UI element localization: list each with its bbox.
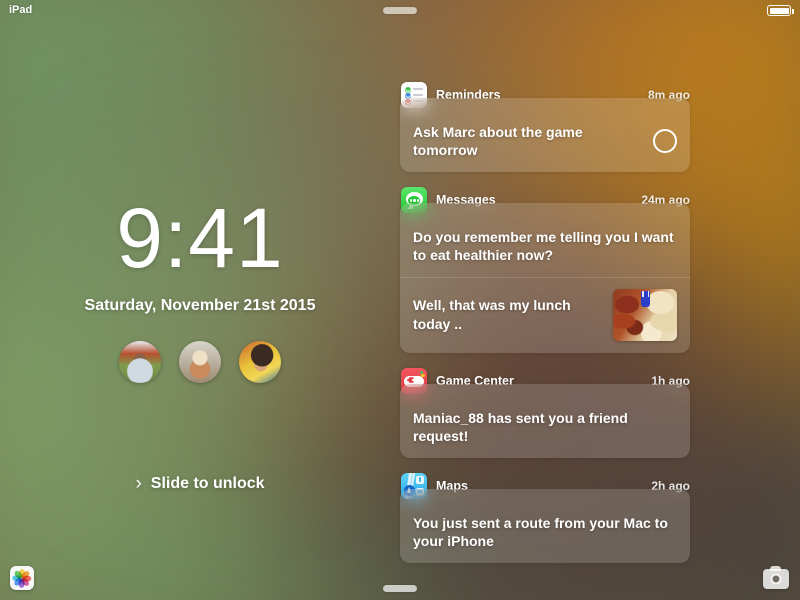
photos-app-icon[interactable] bbox=[10, 566, 34, 590]
notification-text: Ask Marc about the game tomorrow bbox=[413, 124, 583, 159]
reminder-complete-circle-icon[interactable] bbox=[653, 129, 677, 154]
avatar[interactable] bbox=[239, 341, 281, 383]
slide-to-unlock[interactable]: › Slide to unlock bbox=[0, 473, 400, 495]
notification-row[interactable]: You just sent a route from your Mac to y… bbox=[400, 503, 690, 563]
clock-time: 9:41 bbox=[116, 191, 284, 285]
slide-to-unlock-label: Slide to unlock bbox=[150, 475, 265, 492]
clock-date: Saturday, November 21st 2015 bbox=[84, 297, 316, 314]
notification-group-game-center[interactable]: Game Center 1h ago Maniac_88 has sent yo… bbox=[400, 367, 690, 458]
grabber-handle-icon-top[interactable] bbox=[383, 7, 417, 14]
notification-group-maps[interactable]: Maps 2h ago You just sent a route from y… bbox=[400, 472, 690, 563]
lock-screen-left-pane: 9:41 Saturday, November 21st 2015 › Slid… bbox=[0, 0, 400, 600]
chevron-right-icon: › bbox=[135, 473, 142, 494]
notification-group-reminders[interactable]: Reminders 8m ago Ask Marc about the game… bbox=[400, 82, 690, 172]
notification-text: Do you remember me telling you I want to… bbox=[413, 228, 674, 264]
notification-body[interactable]: You just sent a route from your Mac to y… bbox=[400, 488, 690, 563]
notification-row[interactable]: Do you remember me telling you I want to… bbox=[400, 217, 690, 277]
notification-body[interactable]: Maniac_88 has sent you a friend request! bbox=[400, 383, 690, 458]
avatar[interactable] bbox=[179, 341, 221, 383]
fork-icon bbox=[641, 290, 651, 307]
notification-row[interactable]: Ask Marc about the game tomorrow bbox=[400, 112, 690, 172]
notification-row[interactable]: Well, that was my lunch today .. bbox=[400, 276, 690, 353]
notification-group-messages[interactable]: Messages 24m ago Do you remember me tell… bbox=[400, 186, 690, 353]
notification-list: Reminders 8m ago Ask Marc about the game… bbox=[400, 0, 800, 600]
battery-full-icon bbox=[767, 5, 794, 16]
notification-text: Well, that was my lunch today .. bbox=[413, 297, 571, 332]
notification-row[interactable]: Maniac_88 has sent you a friend request! bbox=[400, 398, 690, 458]
notification-body[interactable]: Ask Marc about the game tomorrow bbox=[400, 98, 690, 172]
avatar[interactable] bbox=[119, 341, 161, 383]
ipad-lock-screen: iPad 9:41 Saturday, November 21st 2015 ›… bbox=[0, 0, 800, 600]
notification-text: Maniac_88 has sent you a friend request! bbox=[413, 409, 628, 445]
camera-icon[interactable] bbox=[763, 565, 789, 589]
message-photo-thumbnail[interactable] bbox=[613, 288, 677, 341]
avatar-list bbox=[0, 341, 400, 383]
notification-body[interactable]: Do you remember me telling you I want to… bbox=[400, 202, 690, 353]
status-bar: iPad bbox=[0, 0, 800, 20]
device-name-label: iPad bbox=[9, 4, 33, 16]
notification-text: You just sent a route from your Mac to y… bbox=[413, 514, 668, 550]
